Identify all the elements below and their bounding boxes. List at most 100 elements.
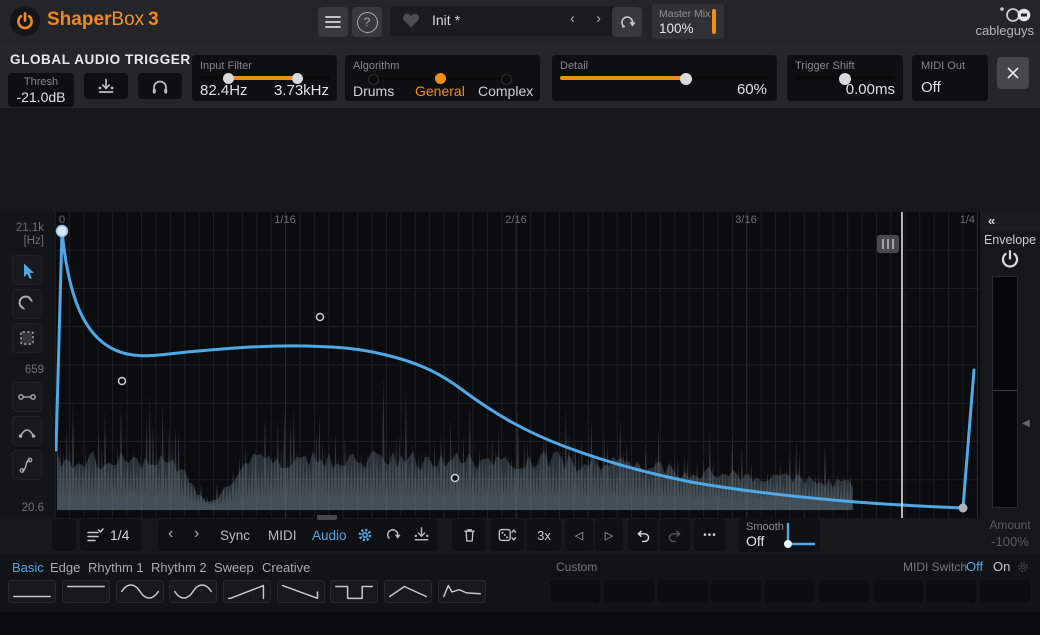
algorithm-dot-general[interactable] <box>435 73 446 84</box>
preset-tab-rhythm2[interactable]: Rhythm 2 <box>151 560 207 575</box>
mode-midi[interactable]: MIDI <box>268 528 297 543</box>
input-filter-box[interactable]: Input Filter 82.4Hz 3.73kHz <box>192 55 337 101</box>
envelope-plot <box>55 212 980 518</box>
bottom-strip <box>0 612 1040 635</box>
rate-next-button[interactable]: › <box>194 525 199 543</box>
preset-tab-edge[interactable]: Edge <box>50 560 80 575</box>
smooth-control[interactable]: Smooth Off <box>738 518 820 552</box>
algorithm-option-drums[interactable]: Drums <box>353 83 394 99</box>
tool-s-curve-button[interactable] <box>12 450 42 480</box>
custom-slot-5[interactable] <box>765 580 815 603</box>
wave-shape-flat-low[interactable] <box>8 580 56 603</box>
undo-button[interactable] <box>628 519 658 551</box>
custom-slot-2[interactable] <box>604 580 654 603</box>
wave-shape-flat-high[interactable] <box>62 580 110 603</box>
delete-wave-button[interactable] <box>452 519 486 551</box>
rate-prev-button[interactable]: ‹ <box>168 525 173 543</box>
ab-compare-loop-button[interactable] <box>612 7 642 37</box>
master-mix-slider[interactable] <box>712 9 716 34</box>
preset-tab-rhythm1[interactable]: Rhythm 1 <box>88 560 144 575</box>
tool-snap-magnet-button[interactable] <box>12 289 42 319</box>
redo-button[interactable] <box>660 519 690 551</box>
trigger-shift-box[interactable]: Trigger Shift 0.00ms <box>787 55 903 101</box>
shift-wave-right-button[interactable]: ▷ <box>595 519 623 551</box>
preset-next-button[interactable]: › <box>596 10 601 27</box>
midi-out-label: MIDI Out <box>921 60 965 72</box>
detail-value: 60% <box>737 81 767 98</box>
tool-marquee-select-button[interactable] <box>12 323 42 353</box>
global-audio-trigger-bar: GLOBAL AUDIO TRIGGER Thresh -21.0dB Inpu… <box>0 42 1040 110</box>
headphones-icon <box>150 77 170 96</box>
master-mix-control[interactable]: Master Mix 100% <box>652 4 724 39</box>
rate-box[interactable]: 1/4 <box>80 519 142 551</box>
custom-slot-1[interactable] <box>550 580 600 603</box>
wave-shape-triangle[interactable] <box>384 580 432 603</box>
detail-handle[interactable] <box>680 73 692 85</box>
magnet-icon <box>17 294 37 314</box>
threshold-value: -21.0dB <box>8 89 74 105</box>
shift-wave-left-button[interactable]: ◁ <box>565 519 593 551</box>
menu-button[interactable] <box>318 7 348 37</box>
wave-shape-pluck[interactable] <box>438 580 486 603</box>
master-mix-value: 100% <box>659 21 694 36</box>
tool-pointer-button[interactable] <box>12 255 42 285</box>
preset-tab-creative[interactable]: Creative <box>262 560 310 575</box>
preset-selector[interactable]: Init * ‹ › <box>390 6 616 36</box>
smooth-slider[interactable] <box>782 521 818 549</box>
midi-switch-off[interactable]: Off <box>966 559 983 574</box>
custom-slot-4[interactable] <box>711 580 761 603</box>
wave-shape-sine-inverted[interactable] <box>169 580 217 603</box>
mode-sync[interactable]: Sync <box>220 528 250 543</box>
freq-label-top: 21.1k <box>4 222 44 234</box>
shaperbox-window: ShaperBox3 ? Init * ‹ › Master Mi <box>0 0 1040 635</box>
algorithm-option-general[interactable]: General <box>415 83 465 99</box>
tool-line-button[interactable] <box>12 382 42 412</box>
threshold-readout[interactable]: Thresh -21.0dB <box>8 73 74 107</box>
mode-audio[interactable]: Audio <box>312 528 347 543</box>
listen-button[interactable] <box>138 73 182 99</box>
envelope-amount-slider[interactable] <box>992 276 1018 508</box>
wave-list-icon[interactable] <box>86 527 104 543</box>
custom-slot-7[interactable] <box>873 580 923 603</box>
timeline-label-1-16: 1/16 <box>255 214 315 226</box>
randomize-wave-button[interactable] <box>490 519 524 551</box>
help-button[interactable]: ? <box>352 7 382 37</box>
custom-slot-8[interactable] <box>926 580 976 603</box>
midi-switch-settings-gear-icon[interactable] <box>1016 560 1030 574</box>
custom-slot-3[interactable] <box>658 580 708 603</box>
wave-shape-ramp-up[interactable] <box>223 580 271 603</box>
triplicate-button[interactable]: 3x <box>527 519 561 551</box>
wave-shape-square-notch[interactable] <box>330 580 378 603</box>
midi-switch-on[interactable]: On <box>993 559 1010 574</box>
midi-out-box[interactable]: MIDI Out Off <box>912 55 988 101</box>
input-filter-range <box>228 76 298 80</box>
collapse-panel-icon[interactable]: « <box>988 213 995 228</box>
custom-slot-9[interactable] <box>980 580 1030 603</box>
audio-trigger-settings-gear-icon[interactable] <box>356 526 374 544</box>
algorithm-option-complex[interactable]: Complex <box>478 83 533 99</box>
power-button[interactable] <box>10 6 40 36</box>
audio-trigger-input-button[interactable] <box>84 73 128 99</box>
rate-value[interactable]: 1/4 <box>110 527 129 543</box>
wave-shape-ramp-down[interactable] <box>277 580 325 603</box>
envelope-power-button[interactable] <box>999 248 1021 270</box>
more-options-button[interactable]: ••• <box>694 519 726 551</box>
master-mix-label: Master Mix <box>659 8 710 20</box>
favorite-heart-icon[interactable] <box>402 13 420 29</box>
preset-prev-button[interactable]: ‹ <box>570 10 575 27</box>
close-trigger-panel-button[interactable] <box>997 57 1029 89</box>
algorithm-box[interactable]: Algorithm Drums General Complex <box>345 55 540 101</box>
undo-icon <box>634 527 652 544</box>
envelope-canvas[interactable]: 0 1/16 2/16 3/16 1/4 <box>55 212 980 518</box>
retrigger-loop-icon[interactable] <box>384 526 402 544</box>
toolbar-spacer-box <box>52 519 76 551</box>
preset-tab-basic[interactable]: Basic <box>12 560 44 575</box>
detail-box[interactable]: Detail 60% <box>552 55 777 101</box>
collapse-strip[interactable]: « <box>980 212 1040 230</box>
wave-shape-sine[interactable] <box>116 580 164 603</box>
trigger-input-small-icon[interactable] <box>412 525 431 544</box>
tool-curve-button[interactable] <box>12 416 42 446</box>
preset-tab-sweep[interactable]: Sweep <box>214 560 254 575</box>
custom-slot-6[interactable] <box>819 580 869 603</box>
loop-icon <box>618 13 637 32</box>
